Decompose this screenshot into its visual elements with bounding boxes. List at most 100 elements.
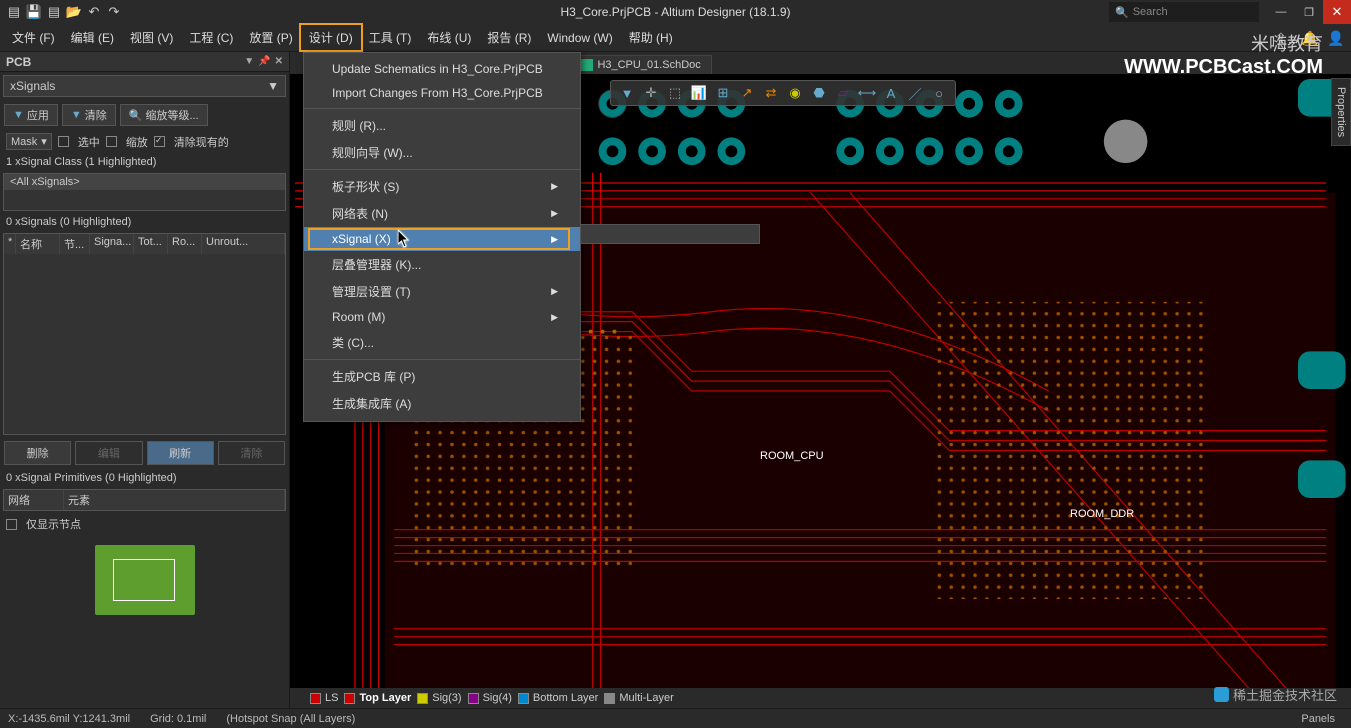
- file-icon[interactable]: ▤: [6, 4, 22, 20]
- clear-existing-checkbox[interactable]: [154, 136, 165, 147]
- cross-tool-icon[interactable]: ✛: [641, 83, 661, 103]
- user-icon[interactable]: 👤▾: [1327, 30, 1343, 46]
- menu-window[interactable]: Window (W): [539, 27, 620, 49]
- panel-dropdown-icon[interactable]: ▼: [244, 56, 254, 67]
- layer-tabs: LS Top Layer Sig(3) Sig(4) Bottom Layer …: [290, 688, 1351, 708]
- save-all-icon[interactable]: ▤: [46, 4, 62, 20]
- menu-layer-stack[interactable]: 层叠管理器 (K)...: [304, 251, 580, 278]
- layer-tab-sig4[interactable]: Sig(4): [468, 692, 512, 704]
- align-tool-icon[interactable]: 📊: [689, 83, 709, 103]
- menu-rule-wizard[interactable]: 规则向导 (W)...: [304, 139, 580, 166]
- menu-design[interactable]: 设计 (D): [301, 25, 361, 50]
- menu-make-pcb-lib[interactable]: 生成PCB 库 (P): [304, 359, 580, 390]
- layer-tab-sig3[interactable]: Sig(3): [417, 692, 461, 704]
- class-section-header: 1 xSignal Class (1 Highlighted): [0, 153, 289, 171]
- menu-place[interactable]: 放置 (P): [241, 25, 300, 50]
- quick-access-toolbar: ▤ 💾 ▤ 📂 ↶ ↷: [0, 4, 122, 20]
- panel-pin-icon[interactable]: 📌: [258, 56, 270, 67]
- menu-classes[interactable]: 类 (C)...: [304, 329, 580, 356]
- status-coords: X:-1435.6mil Y:1241.3mil: [8, 713, 130, 725]
- menu-reports[interactable]: 报告 (R): [479, 25, 539, 50]
- show-nodes-checkbox[interactable]: [6, 519, 17, 530]
- editor-toolbar: ▼ ✛ ⬚ 📊 ⊞ ↗ ⇄ ◉ ⬣ ▱ ⟷ A ／ ○: [610, 80, 956, 106]
- menu-room[interactable]: Room (M)▶: [304, 305, 580, 329]
- undo-icon[interactable]: ↶: [86, 4, 102, 20]
- layer-tab-bottom[interactable]: Bottom Layer: [518, 692, 598, 704]
- menu-rules[interactable]: 规则 (R)...: [304, 108, 580, 139]
- panel-mode-combo[interactable]: xSignals▼: [3, 75, 286, 97]
- select-checkbox[interactable]: [58, 136, 69, 147]
- diff-tool-icon[interactable]: ⇄: [761, 83, 781, 103]
- panel-close-icon[interactable]: ✕: [275, 56, 283, 67]
- status-snap: (Hotspot Snap (All Layers): [226, 713, 355, 725]
- line-tool-icon[interactable]: ／: [905, 83, 925, 103]
- signals-section-header: 0 xSignals (0 Highlighted): [0, 213, 289, 231]
- menu-board-shape[interactable]: 板子形状 (S)▶: [304, 169, 580, 200]
- menu-manage-layers[interactable]: 管理层设置 (T)▶: [304, 278, 580, 305]
- menu-netlist[interactable]: 网络表 (N)▶: [304, 200, 580, 227]
- window-title: H3_Core.PrjPCB - Altium Designer (18.1.9…: [560, 5, 790, 19]
- pad-tool-icon[interactable]: ⬣: [809, 83, 829, 103]
- maximize-button[interactable]: ❐: [1295, 0, 1323, 24]
- menu-view[interactable]: 视图 (V): [122, 25, 181, 50]
- list-item[interactable]: <All xSignals>: [4, 174, 285, 190]
- mask-combo[interactable]: Mask▾: [6, 133, 52, 150]
- layer-tab-ls[interactable]: LS: [310, 692, 338, 704]
- notification-icon[interactable]: 🔔: [1301, 30, 1317, 46]
- panels-button[interactable]: Panels: [1293, 710, 1343, 728]
- room-ddr-label: ROOM_DDR: [1070, 508, 1134, 520]
- doc-tab[interactable]: H3_CPU_01.SchDoc: [570, 55, 711, 74]
- menu-update-schematics[interactable]: Update Schematics in H3_Core.PrjPCB: [304, 57, 580, 81]
- grid-tool-icon[interactable]: ⊞: [713, 83, 733, 103]
- watermark-community: 稀土掘金技术社区: [1214, 685, 1337, 704]
- share-icon[interactable]: ⇪: [1275, 30, 1291, 46]
- layer-tab-multi[interactable]: Multi-Layer: [604, 692, 673, 704]
- properties-tab[interactable]: Properties: [1331, 78, 1351, 146]
- via-tool-icon[interactable]: ◉: [785, 83, 805, 103]
- refresh-button[interactable]: 刷新: [147, 441, 214, 465]
- titlebar: ▤ 💾 ▤ 📂 ↶ ↷ H3_Core.PrjPCB - Altium Desi…: [0, 0, 1351, 24]
- text-tool-icon[interactable]: A: [881, 83, 901, 103]
- menu-project[interactable]: 工程 (C): [181, 25, 241, 50]
- dim-tool-icon[interactable]: ⟷: [857, 83, 877, 103]
- clear2-button[interactable]: 清除: [218, 441, 285, 465]
- schematic-icon: [581, 59, 593, 71]
- clear-button[interactable]: ▼清除: [62, 104, 116, 126]
- minimize-button[interactable]: —: [1267, 0, 1295, 24]
- zoom-level-button[interactable]: 🔍缩放等级...: [120, 104, 208, 126]
- menu-import-changes[interactable]: Import Changes From H3_Core.PrjPCB: [304, 81, 580, 105]
- apply-button[interactable]: ▼应用: [4, 104, 58, 126]
- room-cpu-label: ROOM_CPU: [760, 450, 824, 462]
- prims-list[interactable]: 网络 元素: [3, 489, 286, 511]
- poly-tool-icon[interactable]: ▱: [833, 83, 853, 103]
- select-tool-icon[interactable]: ⬚: [665, 83, 685, 103]
- panel-header: PCB ▼ 📌 ✕: [0, 52, 289, 72]
- mini-pcb-preview[interactable]: [95, 545, 195, 615]
- signals-list[interactable]: * 名称 节... Signa... Tot... Ro... Unrout..…: [3, 233, 286, 435]
- menu-help[interactable]: 帮助 (H): [621, 25, 681, 50]
- search-icon: 🔍: [1115, 6, 1129, 19]
- menu-xsignal[interactable]: xSignal (X)▶: [304, 227, 580, 251]
- menubar: 文件 (F) 编辑 (E) 视图 (V) 工程 (C) 放置 (P) 设计 (D…: [0, 24, 1351, 52]
- layer-tab-top[interactable]: Top Layer: [344, 692, 411, 704]
- redo-icon[interactable]: ↷: [106, 4, 122, 20]
- xsignal-submenu[interactable]: [580, 224, 760, 244]
- open-icon[interactable]: 📂: [66, 4, 82, 20]
- menu-route[interactable]: 布线 (U): [419, 25, 479, 50]
- class-list[interactable]: <All xSignals>: [3, 173, 286, 211]
- prims-section-header: 0 xSignal Primitives (0 Highlighted): [0, 469, 289, 487]
- route-tool-icon[interactable]: ↗: [737, 83, 757, 103]
- menu-tools[interactable]: 工具 (T): [361, 25, 420, 50]
- close-button[interactable]: ✕: [1323, 0, 1351, 24]
- menu-file[interactable]: 文件 (F): [4, 25, 63, 50]
- edit-button[interactable]: 编辑: [75, 441, 142, 465]
- search-input[interactable]: 🔍 Search: [1109, 2, 1259, 22]
- delete-button[interactable]: 删除: [4, 441, 71, 465]
- menu-edit[interactable]: 编辑 (E): [63, 25, 122, 50]
- zoom-checkbox[interactable]: [106, 136, 117, 147]
- save-icon[interactable]: 💾: [26, 4, 42, 20]
- menu-make-integrated-lib[interactable]: 生成集成库 (A): [304, 390, 580, 417]
- status-grid: Grid: 0.1mil: [150, 713, 206, 725]
- filter-tool-icon[interactable]: ▼: [617, 83, 637, 103]
- more-tool-icon[interactable]: ○: [929, 83, 949, 103]
